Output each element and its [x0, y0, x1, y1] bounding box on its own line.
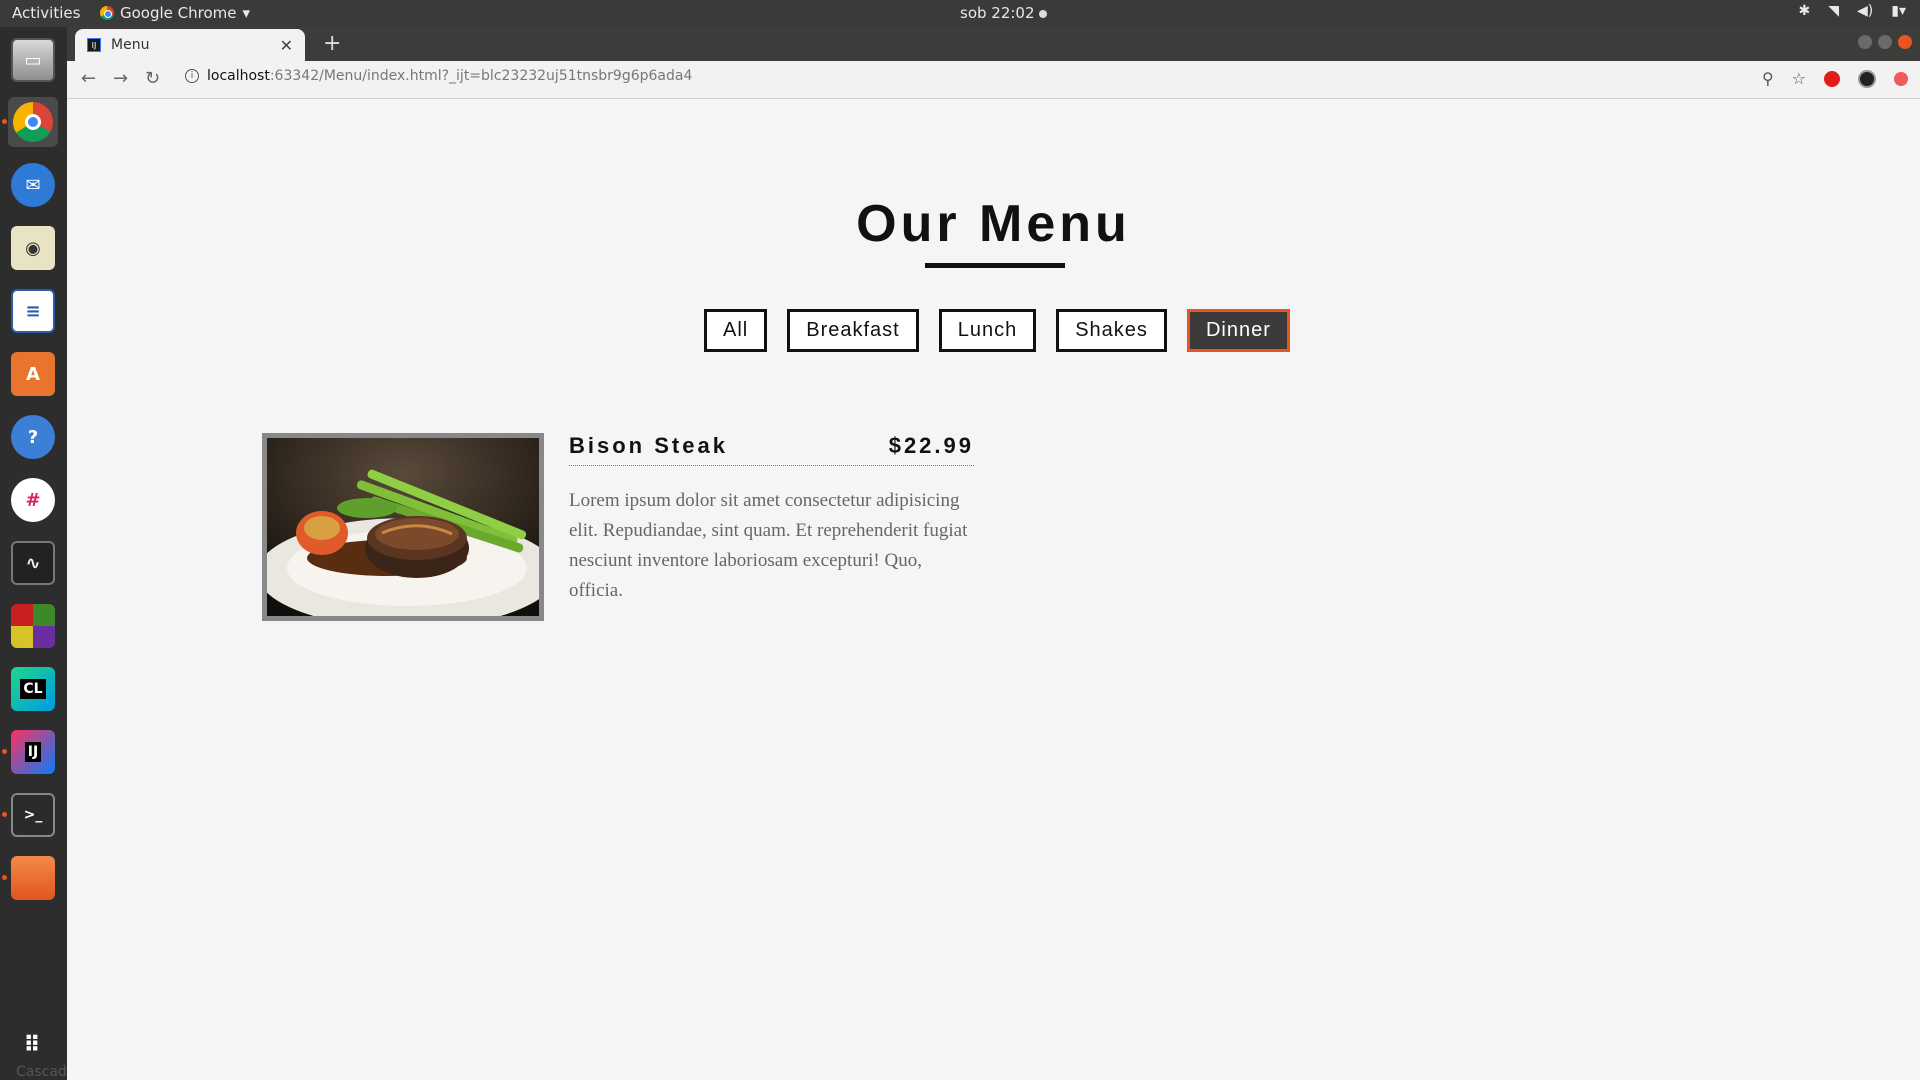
- minimize-icon[interactable]: [1858, 35, 1872, 49]
- tab-menu[interactable]: IJ Menu ✕: [75, 29, 305, 61]
- item-header: Bison Steak $22.99: [569, 433, 974, 466]
- profile-avatar[interactable]: [1858, 69, 1876, 88]
- dock: ▭ ✉ ◉ ≡ A ? # ∿ CL IJ >_ ⠿ Cascade: [0, 27, 75, 1080]
- dock-system-monitor[interactable]: ∿: [8, 538, 58, 588]
- running-indicator: [2, 812, 7, 817]
- chrome-icon: [13, 102, 53, 142]
- dock-slack[interactable]: #: [8, 475, 58, 525]
- close-window-icon[interactable]: [1898, 35, 1912, 49]
- update-icon[interactable]: [1894, 71, 1908, 86]
- dock-terminal[interactable]: >_: [2, 790, 58, 840]
- dock-files-drawer[interactable]: ▭: [8, 35, 58, 85]
- running-indicator: [2, 749, 7, 754]
- item-name: Bison Steak: [569, 433, 728, 458]
- browser-tab-strip: IJ Menu ✕ +: [67, 27, 1920, 61]
- reload-icon[interactable]: ↻: [145, 68, 160, 89]
- running-indicator: [2, 119, 7, 124]
- item-info: Bison Steak $22.99 Lorem ipsum dolor sit…: [569, 433, 974, 621]
- filter-shakes-button[interactable]: Shakes: [1056, 309, 1167, 352]
- system-tray[interactable]: ✱ ◥ ◀) ▮▾: [1799, 3, 1906, 19]
- clion-icon: CL: [11, 667, 55, 711]
- dock-mosaic[interactable]: [8, 601, 58, 651]
- software-center-icon: A: [11, 352, 55, 396]
- url-host: localhost: [207, 68, 270, 84]
- item-price: $22.99: [888, 433, 974, 458]
- forward-arrow-icon[interactable]: →: [113, 68, 128, 89]
- page-title: Our Menu: [856, 195, 1131, 253]
- dock-rhythmbox[interactable]: ◉: [8, 223, 58, 273]
- bookmark-star-icon[interactable]: ☆: [1792, 69, 1806, 88]
- system-top-bar: Activities Google Chrome ▾ sob 22:02 ✱ ◥…: [0, 0, 1920, 27]
- files-icon: [11, 856, 55, 900]
- food-photo: [262, 433, 544, 621]
- activities-button[interactable]: Activities: [12, 4, 80, 22]
- dock-clion[interactable]: CL: [8, 664, 58, 714]
- chrome-icon: [100, 6, 114, 20]
- window-controls: [1858, 35, 1912, 49]
- running-indicator: [2, 875, 7, 880]
- help-icon: ?: [11, 415, 55, 459]
- extension-icon[interactable]: [1824, 70, 1840, 87]
- new-tab-button[interactable]: +: [323, 31, 341, 56]
- bluetooth-icon[interactable]: ✱: [1799, 3, 1811, 19]
- filter-all-button[interactable]: All: [704, 309, 768, 352]
- show-apps-icon: ⠿: [23, 1032, 43, 1058]
- intellij-icon: IJ: [11, 730, 55, 774]
- clock[interactable]: sob 22:02: [960, 4, 1047, 22]
- clock-text: sob 22:02: [960, 4, 1035, 22]
- app-menu-label: Google Chrome: [120, 4, 237, 22]
- dock-files[interactable]: [2, 853, 58, 903]
- dropdown-arrow-icon: ▾: [242, 4, 251, 22]
- dock-software[interactable]: A: [8, 349, 58, 399]
- close-tab-icon[interactable]: ✕: [280, 36, 293, 55]
- zoom-icon[interactable]: ⚲: [1762, 69, 1774, 88]
- address-bar[interactable]: i localhost:63342/Menu/index.html?_ijt=b…: [185, 68, 692, 84]
- filter-breakfast-button[interactable]: Breakfast: [787, 309, 919, 352]
- dock-thunderbird[interactable]: ✉: [8, 160, 58, 210]
- maximize-icon[interactable]: [1878, 35, 1892, 49]
- web-page: Our Menu All Breakfast Lunch Shakes Dinn…: [67, 99, 1920, 1080]
- url-path: :63342/Menu/index.html?_ijt=blc23232uj51…: [269, 68, 693, 84]
- filter-dinner-button[interactable]: Dinner: [1186, 309, 1290, 352]
- battery-icon[interactable]: ▮▾: [1891, 3, 1906, 19]
- app-menu[interactable]: Google Chrome ▾: [100, 4, 250, 22]
- mosaic-icon: [11, 604, 55, 648]
- dock-writer[interactable]: ≡: [8, 286, 58, 336]
- intellij-favicon-icon: IJ: [87, 38, 101, 52]
- system-monitor-icon: ∿: [11, 541, 55, 585]
- rhythmbox-icon: ◉: [11, 226, 55, 270]
- wifi-icon[interactable]: ◥: [1828, 3, 1839, 19]
- browser-toolbar: ← → ↻ i localhost:63342/Menu/index.html?…: [67, 61, 1920, 99]
- notification-dot-icon: [1038, 9, 1047, 18]
- filter-lunch-button[interactable]: Lunch: [938, 309, 1037, 352]
- slack-icon: #: [11, 478, 55, 522]
- site-info-icon[interactable]: i: [185, 69, 199, 83]
- toolbar-actions: ⚲ ☆: [1762, 69, 1908, 88]
- files-drawer-icon: ▭: [11, 38, 55, 82]
- tab-title: Menu: [111, 37, 150, 53]
- dock-chrome[interactable]: [2, 97, 58, 147]
- dock-intellij[interactable]: IJ: [2, 727, 58, 777]
- back-arrow-icon[interactable]: ←: [81, 68, 96, 89]
- dock-help[interactable]: ?: [8, 412, 58, 462]
- menu-item: Bison Steak $22.99 Lorem ipsum dolor sit…: [262, 433, 974, 621]
- thunderbird-icon: ✉: [11, 163, 55, 207]
- steak-plate-image: [267, 438, 539, 616]
- item-description: Lorem ipsum dolor sit amet consectetur a…: [569, 490, 968, 601]
- filter-buttons: All Breakfast Lunch Shakes Dinner: [704, 309, 1290, 352]
- title-underline: [925, 263, 1065, 268]
- terminal-icon: >_: [11, 793, 55, 837]
- volume-icon[interactable]: ◀): [1857, 3, 1873, 19]
- dock-show-apps[interactable]: ⠿: [8, 1020, 58, 1070]
- writer-icon: ≡: [11, 289, 55, 333]
